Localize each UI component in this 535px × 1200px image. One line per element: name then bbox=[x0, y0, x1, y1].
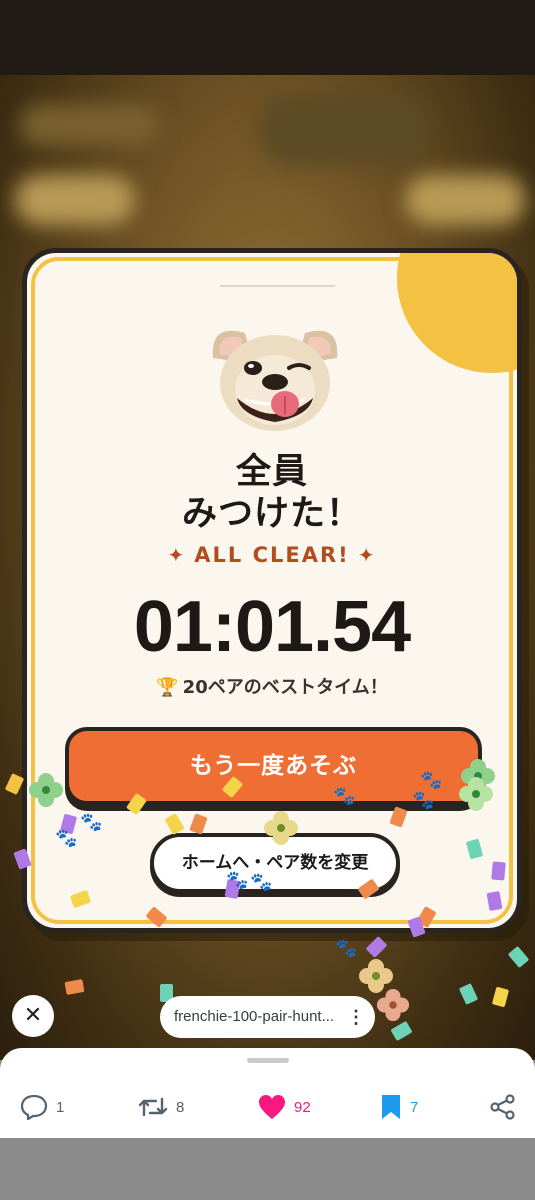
heart-icon bbox=[259, 1095, 285, 1119]
blurred-pill-right bbox=[405, 175, 525, 225]
sparkle-icon: ✦ bbox=[357, 543, 377, 567]
all-clear-label: ✦ ALL CLEAR! ✦ bbox=[27, 543, 517, 567]
reply-action[interactable]: 1 bbox=[20, 1092, 64, 1122]
reply-icon bbox=[20, 1094, 48, 1120]
sparkle-icon: ✦ bbox=[167, 543, 187, 567]
more-options-icon[interactable]: ⋮ bbox=[347, 996, 365, 1038]
url-bar[interactable]: frenchie-100-pair-hunt... ⋮ bbox=[160, 996, 375, 1038]
repost-icon bbox=[138, 1097, 168, 1117]
best-time-note: 🏆 20ペアのベストタイム！ bbox=[27, 673, 517, 699]
play-again-button[interactable]: もう一度あそぶ bbox=[65, 727, 482, 805]
bookmark-icon bbox=[382, 1095, 400, 1119]
all-clear-text: ALL CLEAR! bbox=[194, 543, 350, 567]
french-bulldog-icon bbox=[205, 318, 345, 433]
post-actions-sheet: 1 8 92 7 bbox=[0, 1048, 535, 1138]
repost-count: 8 bbox=[176, 1098, 185, 1116]
status-bar bbox=[0, 0, 535, 75]
like-count: 92 bbox=[294, 1098, 311, 1116]
url-text: frenchie-100-pair-hunt... bbox=[174, 1008, 335, 1025]
home-change-pairs-button[interactable]: ホームへ・ペア数を変更 bbox=[150, 833, 400, 893]
reply-count: 1 bbox=[56, 1098, 65, 1116]
share-icon bbox=[490, 1094, 515, 1120]
like-action[interactable]: 92 bbox=[258, 1092, 311, 1122]
corner-decoration bbox=[397, 253, 517, 373]
blurred-pill-left bbox=[15, 175, 135, 225]
bookmark-action[interactable]: 7 bbox=[380, 1092, 418, 1122]
drag-handle[interactable] bbox=[247, 1058, 289, 1063]
share-action[interactable] bbox=[490, 1092, 524, 1122]
clear-time: 01:01.54 bbox=[133, 587, 411, 667]
blurred-title-shape bbox=[20, 105, 160, 145]
blurred-header-shape bbox=[260, 95, 430, 165]
best-time-text: 20ペアのベストタイム！ bbox=[182, 677, 388, 698]
result-card: 全員 みつけた！ ✦ ALL CLEAR! ✦ 01:01.54 🏆 20ペアのベスト… bbox=[22, 248, 522, 933]
close-button[interactable]: ✕ bbox=[12, 995, 54, 1037]
repost-action[interactable]: 8 bbox=[138, 1092, 184, 1122]
bookmark-count: 7 bbox=[410, 1098, 419, 1116]
title-line-2: みつけた！ bbox=[181, 494, 362, 534]
card-divider bbox=[220, 285, 335, 287]
trophy-icon: 🏆 bbox=[156, 677, 179, 698]
system-nav-area bbox=[0, 1138, 535, 1200]
